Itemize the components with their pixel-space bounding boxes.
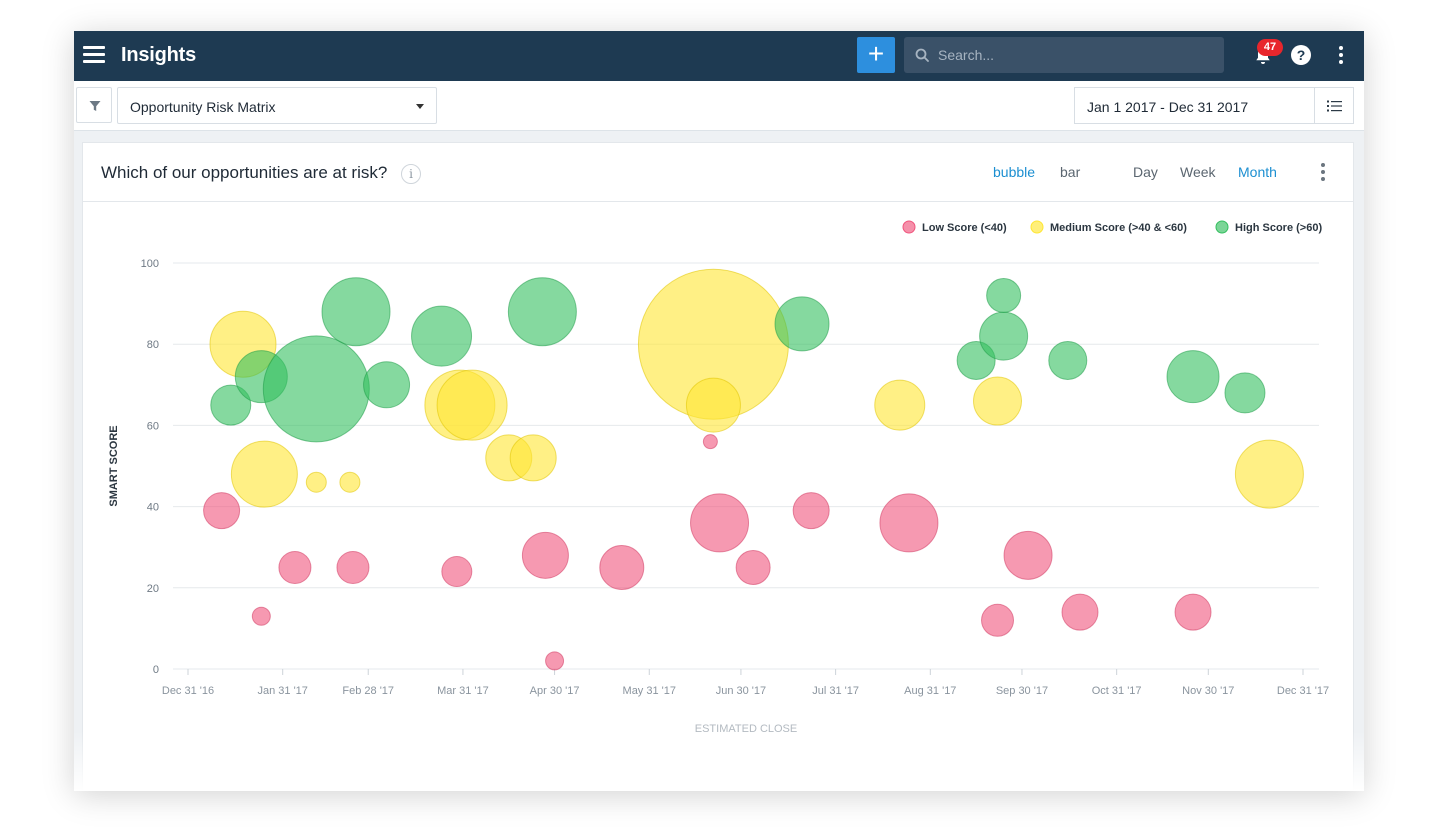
bubble-point <box>509 434 557 482</box>
legend-marker <box>902 220 916 234</box>
x-tick-label: Sep 30 '17 <box>996 685 1048 697</box>
bubble-point <box>507 277 577 347</box>
plus-icon: + <box>867 38 885 69</box>
x-tick-label: Nov 30 '17 <box>1182 685 1234 697</box>
legend-label: High Score (>60) <box>1235 222 1322 234</box>
y-tick-label: 60 <box>147 420 159 432</box>
bubble-point <box>262 335 370 443</box>
bubble-point <box>411 305 473 367</box>
card-more-icon[interactable] <box>1320 163 1326 183</box>
x-tick-label: May 31 '17 <box>623 685 676 697</box>
add-button[interactable]: + <box>857 37 895 73</box>
bubble-point <box>339 471 361 493</box>
bubble-point <box>1061 593 1099 631</box>
bubble-point <box>441 556 473 588</box>
tab-day[interactable]: Day <box>1133 164 1158 180</box>
help-icon[interactable]: ? <box>1291 45 1311 65</box>
bubble-point <box>1234 439 1304 509</box>
bubble-point <box>363 361 411 409</box>
date-range-picker[interactable]: Jan 1 2017 - Dec 31 2017 <box>1074 87 1315 124</box>
bubble-point <box>230 440 298 508</box>
report-select[interactable]: Opportunity Risk Matrix <box>117 87 437 124</box>
top-navigation-bar: Insights + 47 ? <box>74 31 1364 81</box>
info-icon[interactable]: i <box>401 164 421 184</box>
bubble-point <box>1048 340 1088 380</box>
x-tick-label: Dec 31 '17 <box>1277 685 1329 697</box>
x-tick-label: Feb 28 '17 <box>342 685 394 697</box>
bubble-point <box>685 377 741 433</box>
card-header: Which of our opportunities are at risk? … <box>83 143 1353 202</box>
chevron-down-icon <box>416 104 424 109</box>
bubble-point <box>599 545 645 590</box>
search-input[interactable] <box>938 37 1218 73</box>
bubble-point <box>735 550 771 585</box>
bubble-point <box>1003 530 1053 580</box>
search-box <box>904 37 1224 73</box>
tab-bubble[interactable]: bubble <box>993 164 1035 180</box>
filter-button[interactable] <box>76 87 112 123</box>
bubble-point <box>1166 350 1220 404</box>
x-tick-label: Jan 31 '17 <box>257 685 307 697</box>
filter-icon <box>89 101 101 111</box>
insight-card: Which of our opportunities are at risk? … <box>82 142 1354 791</box>
legend-marker <box>1215 220 1229 234</box>
bubble-point <box>1224 372 1266 414</box>
notification-badge[interactable]: 47 <box>1257 39 1283 56</box>
tab-week[interactable]: Week <box>1180 164 1216 180</box>
bubble-point <box>702 434 718 450</box>
legend-label: Medium Score (>40 & <60) <box>1050 222 1187 234</box>
bubble-point <box>973 376 1023 426</box>
filter-bar: Opportunity Risk Matrix Jan 1 2017 - Dec… <box>74 81 1364 131</box>
bubble-point <box>521 531 569 579</box>
bubble-point <box>979 311 1029 361</box>
bubble-point <box>986 277 1022 313</box>
x-tick-label: Mar 31 '17 <box>437 685 489 697</box>
date-range-value: Jan 1 2017 - Dec 31 2017 <box>1087 99 1249 115</box>
x-tick-label: Jul 31 '17 <box>812 685 859 697</box>
x-tick-label: Apr 30 '17 <box>530 685 580 697</box>
bubble-point <box>203 492 241 530</box>
bubble-point <box>792 492 830 530</box>
bubble-point <box>545 651 565 671</box>
bubble-point <box>321 277 391 347</box>
bubble-chart: 0 20 40 60 80 100 Dec 31 '16 Jan 31 '17 Feb 28 '… <box>108 220 1329 735</box>
app-window: Insights + 47 ? Opportunity Risk Matrix <box>74 31 1364 791</box>
y-tick-label: 0 <box>153 664 159 676</box>
bubble-point <box>774 296 830 352</box>
card-title: Which of our opportunities are at risk? <box>101 163 388 182</box>
menu-icon[interactable] <box>83 45 105 65</box>
x-tick-label: Jun 30 '17 <box>716 685 766 697</box>
list-icon <box>1327 100 1342 112</box>
more-vertical-icon[interactable] <box>1338 46 1344 66</box>
bubble-point <box>336 551 370 584</box>
x-tick-label: Dec 31 '16 <box>162 685 214 697</box>
bubble-point <box>981 603 1015 637</box>
y-axis-label: SMART SCORE <box>108 425 120 506</box>
bubble-point <box>278 551 312 584</box>
search-icon <box>915 48 929 62</box>
bubble-point <box>1174 593 1212 631</box>
x-tick-label: Oct 31 '17 <box>1092 685 1142 697</box>
x-axis-label: ESTIMATED CLOSE <box>695 723 797 735</box>
bubble-point <box>251 606 271 626</box>
x-tick-label: Aug 31 '17 <box>904 685 956 697</box>
bubble-point <box>874 379 926 431</box>
y-tick-label: 80 <box>147 339 159 351</box>
y-tick-label: 20 <box>147 583 159 595</box>
legend-label: Low Score (<40) <box>922 222 1007 234</box>
y-tick-label: 100 <box>141 258 159 270</box>
bubble-point <box>879 493 939 553</box>
y-tick-label: 40 <box>147 502 159 514</box>
report-select-value: Opportunity Risk Matrix <box>130 99 276 115</box>
app-title: Insights <box>121 44 197 66</box>
legend-marker <box>1030 220 1044 234</box>
bubble-point <box>690 493 750 553</box>
bubble-point <box>436 369 508 441</box>
list-view-button[interactable] <box>1314 87 1354 124</box>
bubble-point <box>305 471 327 493</box>
tab-bar[interactable]: bar <box>1060 164 1080 180</box>
tab-month[interactable]: Month <box>1238 164 1277 180</box>
